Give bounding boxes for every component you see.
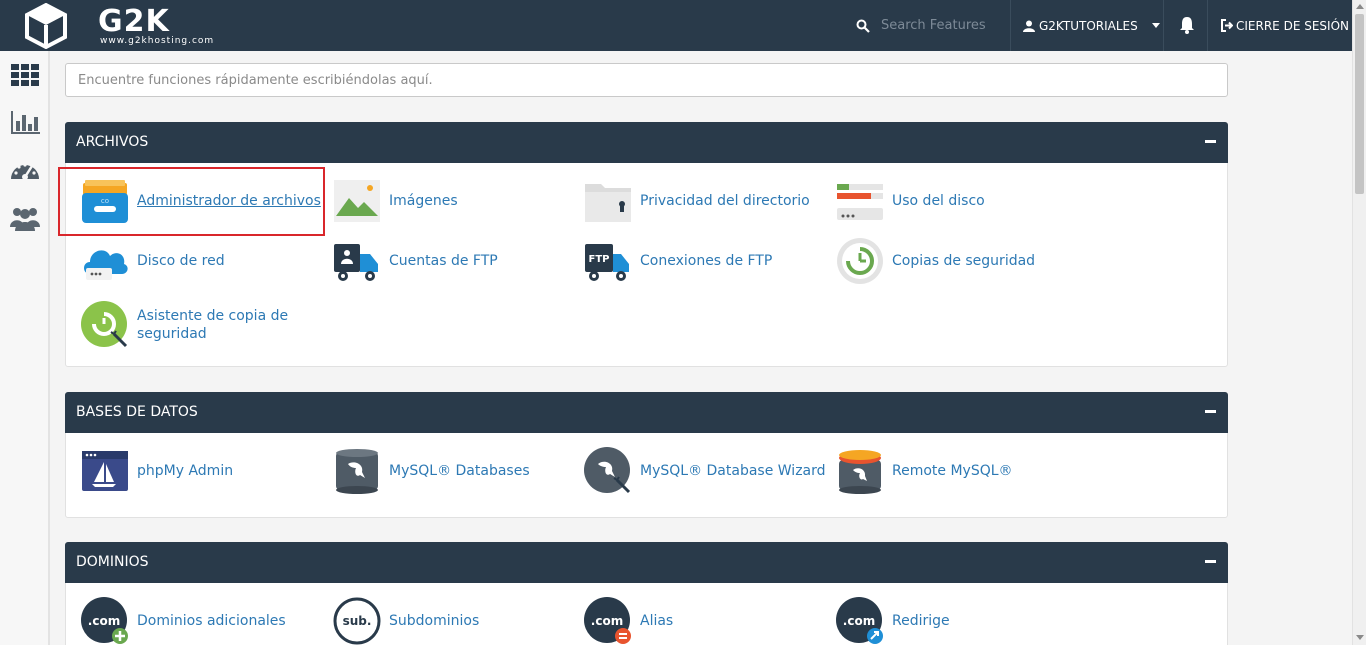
item-label: Imágenes	[389, 193, 458, 209]
item-web-disk[interactable]: Disco de red	[80, 235, 330, 287]
users-icon[interactable]	[9, 203, 41, 233]
left-sidebar	[0, 51, 50, 645]
aliases-icon: .com	[584, 597, 631, 644]
g2k-logo[interactable]: G2K www.g2khosting.com	[20, 2, 213, 49]
domain-glyph: .com	[88, 614, 120, 628]
item-backup-wizard[interactable]: Asistente de copia de seguridad	[80, 299, 330, 351]
grid-icon[interactable]	[9, 59, 41, 89]
dashboard-gauge-icon[interactable]	[9, 157, 41, 187]
item-directory-privacy[interactable]: Privacidad del directorio	[583, 175, 833, 227]
collapse-icon[interactable]	[1205, 560, 1216, 563]
scroll-thumb[interactable]	[1355, 14, 1364, 194]
panel-title: BASES DE DATOS	[76, 404, 198, 420]
addon-domains-icon: .com	[81, 597, 128, 644]
ftp-connections-icon: FTP	[585, 244, 629, 281]
item-label: Copias de seguridad	[892, 253, 1036, 269]
item-label: Uso del disco	[892, 193, 985, 209]
item-label: Remote MySQL®	[892, 463, 1013, 479]
subdomains-icon: sub.	[333, 597, 381, 645]
logo-url: www.g2khosting.com	[100, 36, 215, 46]
domain-glyph: .com	[843, 614, 875, 628]
logout-button[interactable]: CIERRE DE SESIÓN	[1220, 0, 1349, 51]
collapse-icon[interactable]	[1205, 410, 1216, 413]
panel-title: ARCHIVOS	[76, 134, 149, 150]
item-aliases[interactable]: .com Alias	[583, 595, 833, 645]
bar-chart-icon[interactable]	[9, 107, 41, 137]
search-features-placeholder: Search Features	[881, 18, 986, 33]
scroll-up-arrow-icon[interactable]	[1356, 4, 1364, 9]
item-label: MySQL® Databases	[389, 463, 530, 479]
panel-bases-de-datos-header[interactable]: BASES DE DATOS	[65, 392, 1228, 433]
item-remote-mysql[interactable]: Remote MySQL®	[835, 445, 1085, 497]
quick-search-input[interactable]	[65, 63, 1228, 97]
redirects-icon: .com	[836, 597, 883, 644]
panel-archivos-header[interactable]: ARCHIVOS	[65, 122, 1228, 163]
item-phpmyadmin[interactable]: phpMy Admin	[80, 445, 330, 497]
item-label: Subdominios	[389, 613, 480, 629]
web-disk-icon	[84, 250, 128, 280]
selection-highlight-box	[58, 167, 325, 236]
logo-wordmark: G2K	[98, 4, 170, 39]
item-images[interactable]: Imágenes	[332, 175, 582, 227]
remote-mysql-icon	[839, 450, 881, 494]
item-label: Conexiones de FTP	[640, 253, 773, 269]
item-mysql-databases[interactable]: MySQL® Databases	[332, 445, 582, 497]
panel-archivos: ARCHIVOS co Administrador de archivos Im…	[65, 122, 1228, 367]
collapse-icon[interactable]	[1205, 140, 1216, 143]
backup-wizard-icon	[81, 301, 128, 348]
item-ftp-accounts[interactable]: Cuentas de FTP	[332, 235, 582, 287]
phpmyadmin-icon	[82, 451, 128, 491]
ftp-accounts-icon	[334, 244, 378, 281]
panel-dominios: DOMINIOS .com Dominios adicionales sub. …	[65, 542, 1228, 645]
item-label: phpMy Admin	[137, 463, 234, 479]
item-mysql-database-wizard[interactable]: MySQL® Database Wizard	[583, 445, 833, 497]
divider	[1207, 0, 1208, 51]
item-label: Cuentas de FTP	[389, 253, 498, 269]
item-label: Alias	[640, 613, 674, 629]
item-ftp-connections[interactable]: FTP Conexiones de FTP	[583, 235, 833, 287]
panel-dominios-header[interactable]: DOMINIOS	[65, 542, 1228, 583]
item-addon-domains[interactable]: .com Dominios adicionales	[80, 595, 330, 645]
page-scrollbar[interactable]	[1352, 0, 1366, 645]
domain-glyph: sub.	[343, 614, 372, 628]
item-redirects[interactable]: .com Redirige	[835, 595, 1085, 645]
bell-icon[interactable]	[1178, 16, 1196, 34]
disk-usage-icon	[837, 184, 883, 220]
item-backup[interactable]: Copias de seguridad	[835, 235, 1085, 287]
logout-icon	[1221, 19, 1233, 32]
item-label: Privacidad del directorio	[640, 193, 810, 209]
item-label: Dominios adicionales	[137, 613, 286, 629]
logout-label: CIERRE DE SESIÓN	[1236, 18, 1349, 33]
top-bar: G2K www.g2khosting.com Search Features G…	[0, 0, 1352, 51]
item-disk-usage[interactable]: Uso del disco	[835, 175, 1085, 227]
scroll-down-arrow-icon[interactable]	[1356, 635, 1364, 640]
item-label: Asistente de copia de seguridad	[137, 308, 289, 342]
backup-icon	[837, 238, 883, 284]
mysql-databases-icon	[336, 449, 378, 494]
item-label: Redirige	[892, 613, 950, 629]
search-features-box[interactable]: Search Features	[838, 0, 1010, 51]
item-label: Disco de red	[137, 253, 225, 269]
item-subdomains[interactable]: sub. Subdominios	[332, 595, 582, 645]
search-icon	[856, 19, 870, 33]
username-label: G2KTUTORIALES	[1039, 18, 1138, 33]
svg-text:FTP: FTP	[589, 254, 610, 265]
cube-logo-icon	[25, 3, 67, 49]
divider	[1163, 0, 1164, 51]
domain-glyph: .com	[591, 614, 623, 628]
chevron-down-icon	[1151, 23, 1160, 28]
mysql-wizard-icon	[584, 447, 631, 494]
panel-title: DOMINIOS	[76, 554, 149, 570]
user-menu[interactable]: G2KTUTORIALES	[1011, 0, 1163, 51]
directory-privacy-icon	[585, 184, 631, 222]
images-icon	[334, 180, 380, 222]
user-icon	[1023, 20, 1035, 32]
panel-bases-de-datos: BASES DE DATOS phpMy Admin MySQL® Databa…	[65, 392, 1228, 518]
item-label: MySQL® Database Wizard	[640, 463, 826, 479]
